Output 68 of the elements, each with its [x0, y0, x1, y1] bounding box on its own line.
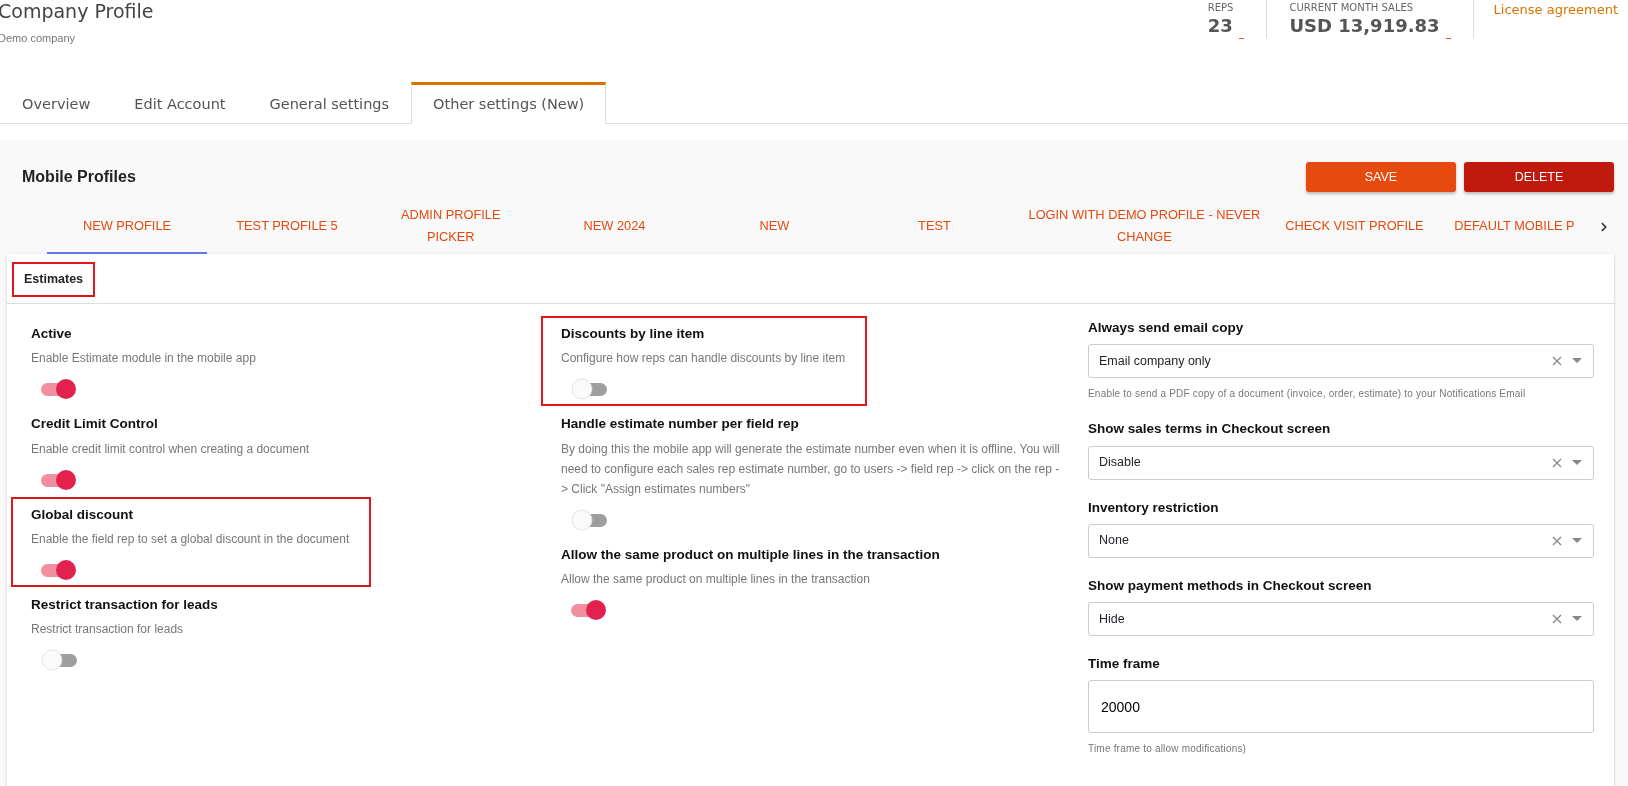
delete-button[interactable]: DELETE [1464, 162, 1614, 192]
select-field[interactable]: Hide [1088, 602, 1594, 636]
tab[interactable]: Edit Account [112, 82, 248, 124]
setting-description: Enable Estimate module in the mobile app [31, 350, 256, 368]
profile-tab[interactable]: TEST PROFILE 5 [207, 200, 367, 254]
clear-icon[interactable] [1551, 613, 1563, 625]
select-value: Hide [1099, 610, 1126, 628]
profile-tab[interactable]: NEW 2024 [534, 200, 695, 254]
setting-description: By doing this the mobile app will generate the estimate number even when it is offline. You will need to configure each sales rep estimate number, go to users -> field rep -> click on the rep -> Click "Assign estimates numbers" [561, 440, 1060, 498]
clear-icon[interactable] [1551, 355, 1563, 368]
section-title: Estimates [12, 262, 96, 297]
setting-description: Restrict transaction for leads [31, 621, 185, 638]
trend-mark [1445, 38, 1451, 39]
setting-description: Enable the field rep to set a global discount in the document [31, 530, 350, 548]
profile-tab[interactable]: TEST [854, 200, 1015, 254]
profile-tab[interactable]: CHECK VISIT PROFILE [1274, 200, 1435, 254]
tab[interactable]: Overview [0, 82, 113, 124]
dropdown-caret-icon[interactable] [1571, 615, 1583, 623]
toggle-switch[interactable] [569, 598, 609, 621]
toggle-switch[interactable] [569, 508, 609, 531]
clear-icon[interactable] [1551, 534, 1563, 547]
stat-label: CURRENT MONTH SALES [1289, 1, 1415, 15]
field-label: Time frame [1088, 655, 1161, 673]
setting-label: Active [31, 325, 73, 343]
dropdown-caret-icon[interactable] [1571, 536, 1583, 545]
tab[interactable]: General settings [247, 82, 412, 124]
setting-label: Handle estimate number per field rep [561, 415, 800, 434]
profile-tab[interactable]: NEW [694, 200, 855, 254]
select-field[interactable]: Disable [1088, 445, 1594, 480]
profile-tab[interactable]: DEFAULT MOBILE P [1434, 200, 1595, 254]
setting-label: Allow the same product on multiple lines in the transaction [561, 545, 940, 564]
field-label: Always send email copy [1088, 319, 1245, 337]
setting-label: Credit Limit Control [31, 415, 159, 434]
setting-description: Enable credit limit control when creating a document [31, 440, 310, 458]
toggle-switch[interactable] [39, 649, 79, 671]
toggle-switch[interactable] [39, 378, 79, 401]
license-link[interactable]: License agreement [1473, 0, 1628, 20]
select-field[interactable]: Email company only [1088, 344, 1594, 379]
select-value: Email company only [1099, 352, 1212, 370]
field-label: Show payment methods in Checkout screen [1088, 576, 1373, 595]
save-button[interactable]: SAVE [1306, 162, 1456, 192]
setting-description: Configure how reps can handle discounts by line item [561, 350, 846, 368]
setting-label: Restrict transaction for leads [31, 595, 218, 614]
clear-icon[interactable] [1551, 456, 1563, 469]
stat-value: USD 13,919.83 [1289, 16, 1440, 36]
stat-label: REPS [1207, 1, 1234, 15]
toggle-switch[interactable] [39, 558, 79, 581]
tab[interactable]: Other settings (New) [411, 82, 607, 124]
select-value: Disable [1099, 454, 1142, 472]
toggle-switch[interactable] [569, 378, 609, 401]
field-label: Show sales terms in Checkout screen [1088, 420, 1332, 439]
setting-description: Allow the same product on multiple lines in the transaction [561, 570, 871, 588]
trend-mark [1239, 38, 1245, 39]
select-value: None [1099, 532, 1130, 550]
profile-tab[interactable]: LOGIN WITH DEMO PROFILE - NEVER CHANGE [1014, 200, 1275, 254]
toggle-switch[interactable] [39, 468, 79, 491]
field-label: Inventory restriction [1088, 498, 1220, 517]
select-field[interactable]: None [1088, 523, 1594, 558]
stat-value: 23 [1207, 16, 1234, 36]
dropdown-caret-icon[interactable] [1571, 458, 1583, 467]
help-text: Time frame to allow modifications) [1088, 742, 1248, 757]
setting-label: Global discount [31, 505, 134, 524]
setting-label: Discounts by line item [561, 325, 706, 343]
help-text: Enable to send a PDF copy of a document (invoice, order, estimate) to your Notifications Email [1088, 387, 1527, 402]
profile-tab[interactable]: ADMIN PROFILE PICKER [367, 200, 535, 254]
panel-title: Mobile Profiles [22, 167, 136, 187]
dropdown-caret-icon[interactable] [1571, 357, 1583, 366]
text-input[interactable]: 20000 [1088, 680, 1594, 734]
